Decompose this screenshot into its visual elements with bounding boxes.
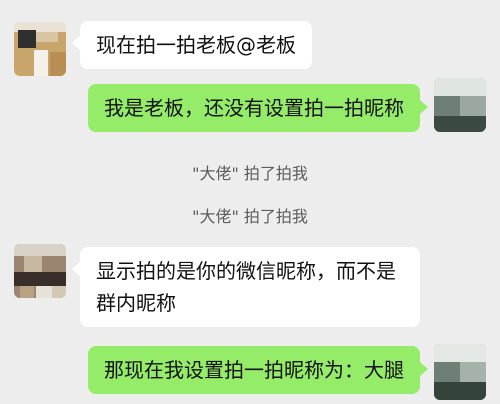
system-notice-pat: "大佬" 拍了拍我: [192, 164, 308, 183]
avatar-left-1[interactable]: [14, 22, 66, 76]
avatar-left-2[interactable]: [14, 244, 66, 298]
bubble-tail: [420, 100, 428, 114]
message-bubble-outgoing[interactable]: 那现在我设置拍一拍昵称为：大腿: [88, 346, 420, 394]
bubble-tail: [72, 36, 80, 50]
message-line: 显示拍的是你的微信昵称，而不是: [96, 259, 396, 283]
message-bubble-incoming[interactable]: 显示拍的是你的微信昵称，而不是 群内昵称: [80, 247, 420, 327]
bubble-tail: [420, 362, 428, 376]
avatar-right-2[interactable]: [434, 344, 486, 400]
message-line: 群内昵称: [96, 291, 176, 315]
system-notice-pat: "大佬" 拍了拍我: [192, 207, 308, 226]
chat-window: 现在拍一拍老板@老板 我是老板，还没有设置拍一拍昵称 "大佬" 拍了拍我 "大佬…: [0, 0, 500, 404]
message-bubble-incoming[interactable]: 现在拍一拍老板@老板: [80, 21, 312, 69]
avatar-right-1[interactable]: [434, 78, 486, 132]
message-bubble-outgoing[interactable]: 我是老板，还没有设置拍一拍昵称: [88, 84, 420, 132]
bubble-tail: [72, 262, 80, 276]
